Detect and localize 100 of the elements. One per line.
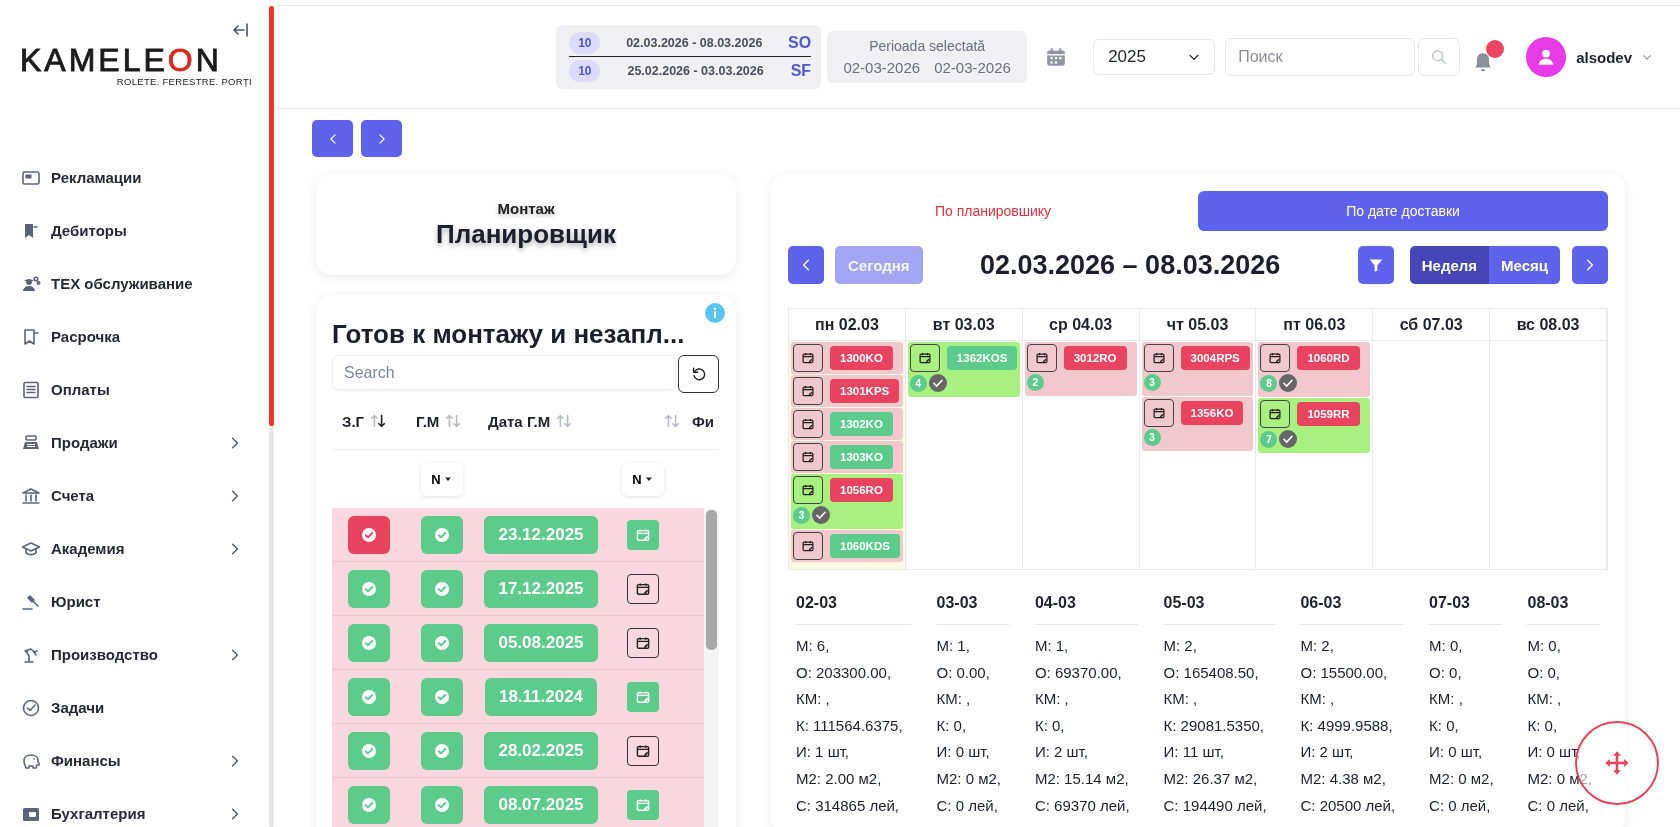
previous-button[interactable]	[788, 246, 824, 284]
sidebar-item[interactable]: Финансы	[0, 744, 269, 777]
search-field[interactable]: Поиск	[1225, 38, 1416, 76]
worker-icon	[21, 273, 41, 294]
status-button[interactable]	[421, 569, 463, 608]
calendar-icon[interactable]	[1045, 45, 1068, 69]
summary-line: И: 1 шт,	[796, 742, 851, 763]
avatar[interactable]	[1526, 37, 1567, 77]
search-field[interactable]: Search	[332, 355, 676, 390]
status-button[interactable]	[421, 785, 463, 824]
schedule-button[interactable]	[909, 344, 940, 372]
status-button[interactable]	[421, 731, 463, 770]
schedule-button[interactable]	[793, 443, 823, 471]
summary-line: М: 2,	[1163, 636, 1198, 656]
range-code: SF	[790, 61, 812, 80]
sidebar-item[interactable]: Расрочка	[0, 320, 269, 353]
summary-line: М2: 0 м2,	[1429, 768, 1495, 789]
status-button[interactable]	[348, 785, 390, 824]
sidebar-item[interactable]: Дебиторы	[0, 214, 269, 247]
check-circle-icon	[21, 697, 41, 718]
status-button[interactable]	[421, 515, 463, 554]
sidebar-item[interactable]: Академия	[0, 532, 269, 565]
search-icon	[1430, 48, 1449, 66]
year-select[interactable]: 2025	[1093, 39, 1216, 75]
status-button[interactable]	[348, 731, 390, 770]
schedule-button[interactable]	[627, 735, 659, 766]
sidebar-item[interactable]: Оплаты	[0, 373, 269, 406]
schedule-button[interactable]	[1260, 400, 1291, 428]
event-card[interactable]: 1356KO 3	[1141, 397, 1254, 451]
receipt-icon	[21, 379, 41, 400]
event-card[interactable]: 3004RPS 3	[1141, 342, 1254, 396]
schedule-button[interactable]	[1143, 399, 1174, 427]
event-card[interactable]: 1059RR 7	[1258, 398, 1371, 453]
summary-line: С: 0 лей,	[1429, 795, 1492, 816]
calendar-icon	[917, 351, 932, 365]
calendar-icon	[635, 580, 651, 597]
schedule-button[interactable]	[793, 410, 823, 438]
sidebar-item[interactable]: Юрист	[0, 585, 269, 618]
filter-dropdown[interactable]: N	[421, 462, 463, 496]
day-header: чт 05.03	[1139, 309, 1257, 341]
filter-dropdown[interactable]: N	[622, 462, 664, 496]
status-button[interactable]	[348, 677, 390, 716]
summary-day: 05-03	[1163, 582, 1275, 625]
reset-button[interactable]	[678, 355, 719, 393]
move-icon	[1604, 750, 1630, 776]
period-title: Perioada selectată	[869, 38, 986, 54]
tab[interactable]: По дате доставки	[1198, 191, 1608, 231]
summary-line: О: 15500.00,	[1300, 662, 1389, 683]
summary-line: С: 69370 лей,	[1034, 795, 1131, 816]
event-card[interactable]: 3012RO 2	[1024, 342, 1137, 396]
filter-button[interactable]	[1357, 246, 1394, 284]
schedule-button[interactable]	[1026, 344, 1057, 372]
order-badge: 1302KO	[830, 412, 893, 436]
sidebar-item[interactable]: Продажи	[0, 426, 269, 459]
schedule-button[interactable]	[793, 344, 823, 372]
event-card[interactable]: 1056RO 3	[791, 474, 903, 529]
notifications-button[interactable]	[1472, 40, 1505, 74]
logo-tagline: ROLETE. FERESTRE. PORȚI	[116, 76, 252, 87]
previous-button[interactable]	[312, 120, 353, 157]
sidebar-item[interactable]: Задачи	[0, 691, 269, 724]
view-toggle[interactable]: Месяц	[1489, 246, 1560, 284]
scrollbar-thumb[interactable]	[269, 6, 274, 426]
summary-line: М2: 15.14 м2,	[1034, 768, 1130, 789]
sidebar-item[interactable]: Счета	[0, 479, 269, 512]
sidebar-item[interactable]: Бухгалтерия	[0, 797, 269, 827]
next-button[interactable]	[361, 120, 402, 157]
view-toggle[interactable]: Неделя	[1409, 246, 1490, 284]
summary-line: О: 203300.00,	[796, 662, 893, 683]
calendar-icon	[1151, 351, 1166, 365]
event-card[interactable]: 1060RD 8	[1258, 342, 1371, 397]
summary-line: КМ: ,	[1163, 689, 1199, 710]
event-card[interactable]: 1301KPS	[791, 375, 903, 407]
scrollbar-thumb[interactable]	[706, 510, 717, 650]
schedule-button[interactable]	[793, 377, 823, 405]
status-button[interactable]	[348, 569, 390, 608]
order-badge: 1060KDS	[830, 534, 900, 558]
schedule-button[interactable]	[793, 532, 823, 560]
count-badge: 10	[569, 31, 601, 54]
schedule-button[interactable]	[1260, 344, 1291, 372]
status-button[interactable]	[421, 677, 463, 716]
summary-day: 07-03	[1429, 582, 1502, 625]
event-card[interactable]: 1300KO	[791, 342, 903, 374]
user-name[interactable]: alsodev	[1576, 48, 1632, 66]
tab[interactable]: По планировшику	[788, 191, 1198, 231]
calendar-icon	[801, 483, 815, 497]
status-button[interactable]	[348, 623, 390, 662]
sidebar-item[interactable]: Рекламации	[0, 161, 269, 194]
schedule-button[interactable]	[627, 573, 659, 604]
count-badge: 10	[569, 59, 601, 82]
schedule-button[interactable]	[627, 627, 659, 658]
info-icon[interactable]	[705, 303, 725, 323]
sidebar-item[interactable]: ТЕХ обслуживание	[0, 267, 269, 300]
schedule-button[interactable]	[793, 476, 823, 504]
status-button[interactable]	[421, 623, 463, 662]
sidebar-item[interactable]: Производство	[0, 638, 269, 671]
calendar-icon	[801, 351, 815, 365]
schedule-button[interactable]	[1143, 344, 1174, 372]
next-button[interactable]	[1572, 246, 1608, 284]
status-button[interactable]	[348, 515, 390, 554]
summary-day: 04-03	[1034, 582, 1138, 625]
